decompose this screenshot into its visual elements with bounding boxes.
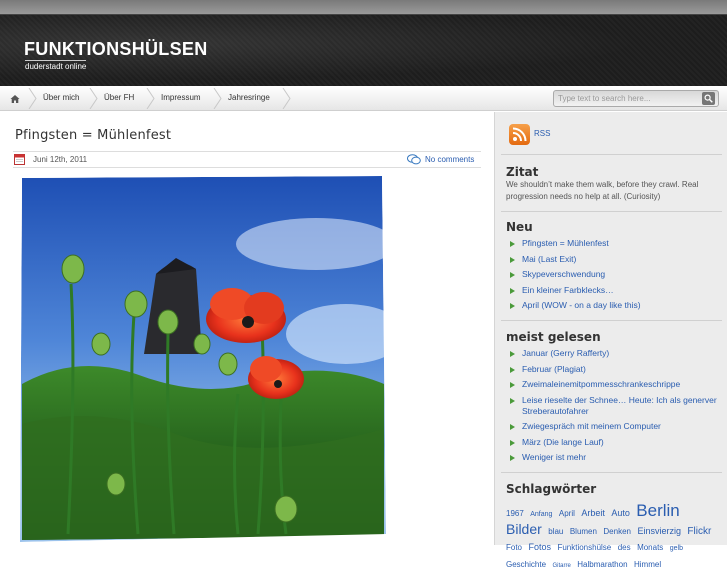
nav-separator	[282, 88, 291, 109]
list-item[interactable]: Februar (Plagiat)	[509, 364, 721, 375]
tag-link[interactable]: Fotos	[528, 542, 551, 552]
list-item[interactable]: Januar (Gerry Rafferty)	[509, 348, 721, 359]
comment-icon	[407, 154, 421, 165]
poppy-photo	[16, 174, 388, 545]
quote-text: We shouldn’t make them walk, before they…	[506, 180, 699, 201]
rss-icon[interactable]	[509, 124, 530, 145]
nav-separator	[146, 88, 155, 109]
bullet-arrow-icon	[510, 397, 515, 404]
bullet-arrow-icon	[510, 455, 515, 461]
bullet-arrow-icon	[510, 272, 515, 278]
list-item[interactable]: Ein kleiner Farbklecks…	[509, 285, 721, 296]
post-title[interactable]: Pfingsten = Mühlenfest	[15, 128, 171, 143]
neu-list: Pfingsten = Mühlenfest Mai (Last Exit) S…	[509, 238, 721, 316]
rss-glyph-icon	[512, 127, 527, 142]
site-header: FUNKTIONSHÜLSEN duderstadt online	[0, 14, 727, 86]
list-item[interactable]: Leise rieselte der Schnee… Heute: Ich al…	[509, 395, 721, 417]
list-item[interactable]: April (WOW - on a day like this)	[509, 300, 721, 311]
nav-separator	[28, 88, 37, 109]
tag-link[interactable]: Bilder	[506, 521, 542, 537]
meist-gelesen-heading: meist gelesen	[506, 330, 601, 344]
search-input[interactable]: Type text to search here...	[553, 90, 719, 107]
tag-link[interactable]: Himmel	[634, 560, 661, 569]
tag-link[interactable]: Anfang	[530, 511, 552, 518]
home-icon	[10, 94, 20, 103]
calendar-icon	[14, 154, 25, 165]
bullet-arrow-icon	[510, 382, 515, 388]
list-item[interactable]: Weniger ist mehr	[509, 452, 721, 463]
tag-cloud: 1967 Anfang April Arbeit Auto Berlin Bil…	[506, 501, 720, 573]
nav-bar: Über mich Über FH Impressum Jahresringe …	[0, 86, 727, 111]
search-icon	[704, 94, 713, 103]
tag-link[interactable]: Gitarre	[552, 563, 570, 569]
list-item[interactable]: Pfingsten = Mühlenfest	[509, 238, 721, 249]
tag-link[interactable]: Funktionshülse	[557, 543, 611, 552]
tag-link[interactable]: Denken	[603, 527, 631, 536]
tag-link[interactable]: April	[559, 509, 575, 518]
tag-link[interactable]: blau	[548, 527, 563, 536]
list-item[interactable]: März (Die lange Lauf)	[509, 437, 721, 448]
nav-separator	[213, 88, 222, 109]
search-button[interactable]	[702, 92, 715, 105]
tag-link[interactable]: Blumen	[570, 527, 597, 536]
tag-link[interactable]: des	[618, 543, 631, 552]
schlagwoerter-heading: Schlagwörter	[506, 482, 597, 496]
nav-home[interactable]	[0, 86, 30, 111]
bullet-arrow-icon	[510, 256, 515, 263]
quote-heading: Zitat	[506, 165, 539, 179]
bullet-arrow-icon	[510, 303, 515, 309]
tag-link[interactable]: Berlin	[636, 501, 679, 520]
list-item[interactable]: Zweimaleinemitpommesschrankeschrippe	[509, 379, 721, 390]
tag-link[interactable]: Foto	[506, 543, 522, 552]
tag-link[interactable]: Auto	[611, 508, 630, 518]
tag-link[interactable]: Halbmarathon	[577, 560, 627, 569]
list-item[interactable]: Zwiegespräch mit meinem Computer	[509, 421, 721, 432]
comments-link[interactable]: No comments	[425, 155, 474, 164]
nav-item-ueber-fh[interactable]: Über FH	[104, 86, 134, 111]
bullet-arrow-icon	[510, 287, 515, 294]
bullet-arrow-icon	[510, 241, 515, 247]
site-title[interactable]: FUNKTIONSHÜLSEN	[24, 39, 208, 60]
nav-item-ueber-mich[interactable]: Über mich	[43, 86, 79, 111]
list-item[interactable]: Mai (Last Exit)	[509, 254, 721, 265]
bullet-arrow-icon	[510, 424, 515, 430]
tag-link[interactable]: Geschichte	[506, 560, 546, 569]
post-image[interactable]	[16, 174, 388, 545]
neu-heading: Neu	[506, 220, 533, 234]
divider	[501, 154, 722, 155]
meist-gelesen-list: Januar (Gerry Rafferty) Februar (Plagiat…	[509, 348, 721, 468]
list-item[interactable]: Skypeverschwendung	[509, 269, 721, 280]
sidebar: RSS Zitat We shouldn’t make them walk, b…	[494, 112, 727, 569]
top-strip	[0, 0, 727, 14]
tag-link[interactable]: gelb	[670, 545, 683, 552]
post-date: Juni 12th, 2011	[33, 155, 88, 164]
divider	[501, 472, 722, 473]
site-tagline: duderstadt online	[25, 60, 87, 71]
tag-link[interactable]: Flickr	[687, 526, 711, 537]
bullet-arrow-icon	[510, 351, 515, 357]
divider	[501, 320, 722, 321]
post-meta: Juni 12th, 2011 No comments	[13, 151, 481, 168]
tag-link[interactable]: 1967	[506, 509, 524, 518]
rss-link[interactable]: RSS	[534, 129, 550, 138]
nav-item-jahresringe[interactable]: Jahresringe	[228, 86, 270, 111]
divider	[501, 211, 722, 212]
main-content: Pfingsten = Mühlenfest Juni 12th, 2011 N…	[0, 112, 494, 545]
nav-item-impressum[interactable]: Impressum	[161, 86, 201, 111]
nav-separator	[89, 88, 98, 109]
tag-link[interactable]: Arbeit	[581, 508, 605, 518]
bullet-arrow-icon	[510, 366, 515, 373]
tag-link[interactable]: Monats	[637, 543, 663, 552]
bullet-arrow-icon	[510, 439, 515, 446]
tag-link[interactable]: Einsvierzig	[637, 526, 681, 536]
